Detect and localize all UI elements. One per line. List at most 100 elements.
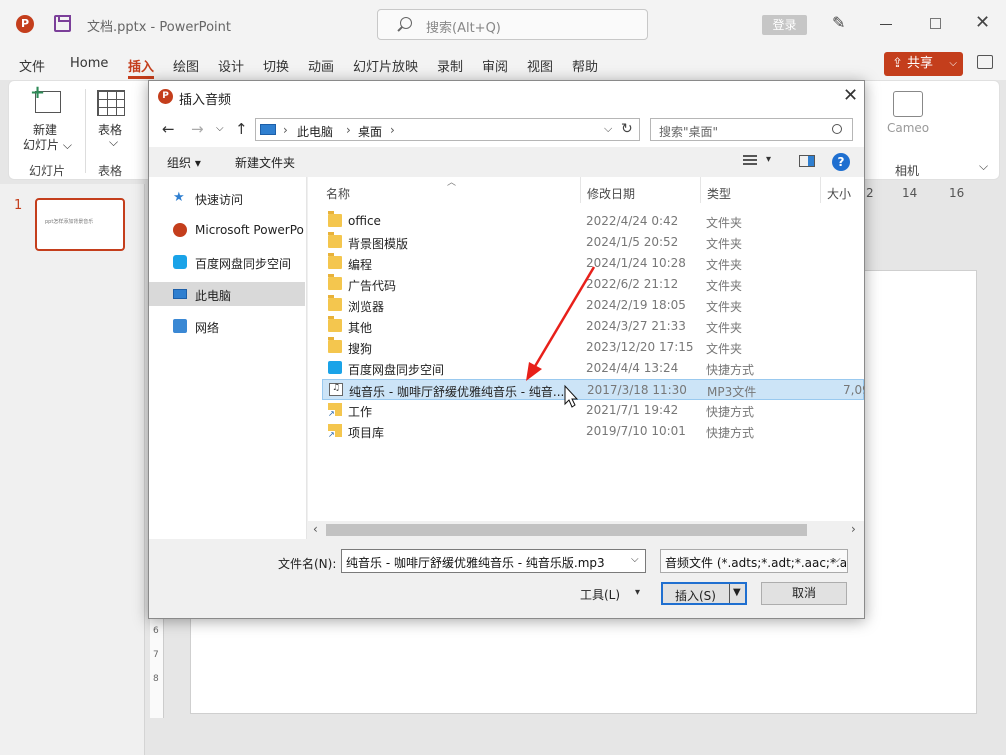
new-folder-button[interactable]: 新建文件夹: [235, 154, 295, 171]
save-icon[interactable]: [54, 15, 71, 32]
file-row[interactable]: 搜狗 2023/12/20 17:15 文件夹: [322, 337, 864, 358]
scroll-left-icon[interactable]: ‹: [313, 522, 318, 536]
file-row[interactable]: 背景图模版 2024/1/5 20:52 文件夹: [322, 232, 864, 253]
file-row[interactable]: 浏览器 2024/2/19 18:05 文件夹: [322, 295, 864, 316]
file-date: 2024/1/24 10:28: [586, 256, 686, 270]
view-options-icon[interactable]: [743, 155, 757, 167]
tab-record[interactable]: 录制: [437, 56, 463, 75]
file-size: 7,09: [843, 383, 864, 397]
column-header-type[interactable]: 类型: [707, 185, 731, 202]
comment-icon[interactable]: [977, 55, 993, 69]
dialog-search-input[interactable]: 搜索"桌面": [650, 118, 853, 141]
table-icon[interactable]: [97, 90, 125, 116]
tools-button[interactable]: 工具(L): [580, 586, 620, 603]
cancel-button[interactable]: 取消: [761, 582, 847, 605]
filter-dropdown-icon[interactable]: ⌵: [833, 554, 841, 565]
tab-transitions[interactable]: 切换: [263, 56, 289, 75]
tab-review[interactable]: 审阅: [482, 56, 508, 75]
group-slides-label: 幻灯片: [29, 164, 66, 178]
tools-dropdown-icon[interactable]: ▾: [635, 587, 640, 598]
new-slide-icon[interactable]: [30, 82, 61, 113]
address-bar-row: ← → ⌵ ↑ › 此电脑 › 桌面 › ⌵ ↻ 搜索"桌面": [149, 113, 864, 147]
cameo-label[interactable]: Cameo: [887, 121, 929, 135]
file-row[interactable]: 编程 2024/1/24 10:28 文件夹: [322, 253, 864, 274]
share-button[interactable]: ⇪ 共享 ⌵: [884, 52, 963, 76]
star-icon: ★: [173, 190, 185, 205]
column-header-size[interactable]: 大小: [827, 185, 851, 202]
login-button[interactable]: 登录: [762, 15, 807, 35]
nav-item-network[interactable]: 网络: [149, 314, 307, 338]
breadcrumb-this-pc[interactable]: 此电脑: [297, 123, 333, 140]
file-row[interactable]: office 2022/4/24 0:42 文件夹: [322, 211, 864, 232]
nav-item-powerpoint[interactable]: Microsoft PowerPoint: [149, 218, 307, 242]
breadcrumb-desktop[interactable]: 桌面: [358, 123, 382, 140]
shortcut-icon: [328, 403, 342, 418]
cameo-icon[interactable]: [893, 91, 923, 117]
collapse-ribbon-icon[interactable]: ⌵: [979, 159, 988, 174]
up-arrow-icon[interactable]: ↑: [235, 120, 248, 138]
file-name: office: [348, 214, 381, 228]
file-row-selected[interactable]: 纯音乐 - 咖啡厅舒缓优雅纯音乐 - 纯音... 2017/3/18 11:30…: [322, 379, 864, 400]
folder-icon: [328, 316, 342, 332]
file-name: 广告代码: [348, 279, 397, 293]
share-icon: ⇪: [892, 56, 903, 71]
tab-view[interactable]: 视图: [527, 56, 553, 75]
file-row[interactable]: 工作 2021/7/1 19:42 快捷方式: [322, 400, 864, 421]
tab-home[interactable]: Home: [70, 56, 108, 71]
scrollbar-thumb[interactable]: [326, 524, 807, 536]
filename-input[interactable]: 纯音乐 - 咖啡厅舒缓优雅纯音乐 - 纯音乐版.mp3: [341, 549, 646, 573]
forward-arrow-icon[interactable]: →: [191, 120, 204, 138]
refresh-icon[interactable]: ↻: [621, 121, 633, 137]
shortcut-icon: [328, 424, 342, 439]
file-row[interactable]: 项目库 2019/7/10 10:01 快捷方式: [322, 421, 864, 442]
file-row[interactable]: 广告代码 2022/6/2 21:12 文件夹: [322, 274, 864, 295]
column-divider[interactable]: [820, 177, 821, 203]
file-row[interactable]: 其他 2024/3/27 21:33 文件夹: [322, 316, 864, 337]
folder-icon: [328, 253, 342, 269]
tab-animations[interactable]: 动画: [308, 56, 334, 75]
new-slide-label-2[interactable]: 幻灯片 ⌵: [23, 136, 72, 153]
column-header-name[interactable]: 名称: [326, 185, 350, 202]
tab-slideshow[interactable]: 幻灯片放映: [353, 56, 418, 75]
back-arrow-icon[interactable]: ←: [162, 120, 175, 138]
horizontal-scrollbar[interactable]: ‹ ›: [308, 521, 864, 539]
column-divider[interactable]: [700, 177, 701, 203]
slide-thumbnail[interactable]: ppt怎样添加背景音乐: [35, 198, 125, 251]
filename-dropdown-icon[interactable]: ⌵: [631, 554, 639, 565]
new-slide-label-text: 幻灯片: [23, 138, 60, 152]
tab-insert[interactable]: 插入: [128, 56, 155, 79]
tab-design[interactable]: 设计: [218, 56, 244, 75]
search-box[interactable]: 搜索(Alt+Q): [377, 9, 648, 40]
filename-label: 文件名(N):: [278, 557, 337, 571]
preview-pane-icon[interactable]: [799, 155, 815, 167]
nav-item-quick-access[interactable]: ★ 快速访问: [149, 186, 307, 210]
file-type: 文件夹: [706, 258, 743, 272]
file-row[interactable]: 百度网盘同步空间 2024/4/4 13:24 快捷方式: [322, 358, 864, 379]
nav-item-this-pc[interactable]: 此电脑: [149, 282, 305, 306]
column-divider[interactable]: [580, 177, 581, 203]
nav-item-baidu-cloud[interactable]: 百度网盘同步空间: [149, 250, 307, 274]
history-dropdown-icon[interactable]: ⌵: [216, 123, 224, 134]
powerpoint-logo-icon: P: [158, 89, 173, 104]
pen-icon[interactable]: ✎: [832, 13, 845, 32]
tab-help[interactable]: 帮助: [572, 56, 598, 75]
maximize-button[interactable]: [930, 18, 941, 29]
tab-draw[interactable]: 绘图: [173, 56, 199, 75]
chevron-down-icon[interactable]: ▾: [766, 154, 771, 165]
minimize-button[interactable]: [880, 24, 892, 25]
address-bar[interactable]: › 此电脑 › 桌面 › ⌵ ↻: [255, 118, 640, 141]
nav-item-label: 网络: [195, 321, 220, 335]
table-dropdown-icon[interactable]: ⌵: [109, 135, 118, 150]
file-type-filter[interactable]: 音频文件 (*.adts;*.adt;*.aac;*.aif: [660, 549, 848, 573]
help-icon[interactable]: ?: [832, 153, 850, 171]
tab-file[interactable]: 文件: [19, 56, 45, 75]
column-header-date[interactable]: 修改日期: [587, 185, 635, 202]
dialog-close-button[interactable]: ✕: [843, 85, 858, 106]
close-window-button[interactable]: ✕: [975, 12, 990, 33]
organize-button[interactable]: 组织 ▾: [167, 154, 201, 171]
address-dropdown-icon[interactable]: ⌵: [604, 122, 612, 136]
dialog-search-placeholder: 搜索"桌面": [659, 125, 719, 139]
insert-button[interactable]: 插入(S) ▼: [661, 582, 747, 605]
scroll-right-icon[interactable]: ›: [851, 522, 856, 536]
insert-dropdown-icon[interactable]: ▼: [733, 587, 741, 598]
